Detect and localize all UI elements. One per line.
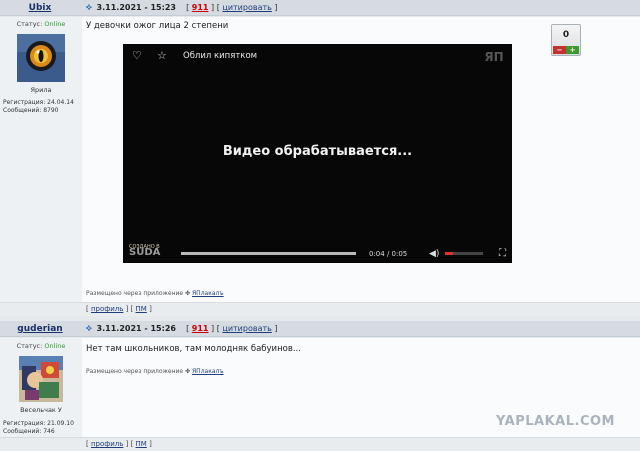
author-rank: Ярила — [30, 86, 52, 94]
fullscreen-icon[interactable]: ⛶ — [499, 248, 506, 259]
footer-links: [ профиль ] [ ПМ ] — [86, 305, 152, 313]
site-watermark: YAPLAKAL.COM — [496, 414, 615, 429]
seek-fill — [181, 252, 356, 255]
author-rank: Весельчак У — [20, 406, 62, 414]
vote-plus-button[interactable]: + — [566, 46, 579, 54]
author-sidebar: Статус: Online Ярила Регистрация: 24.04.… — [0, 17, 82, 302]
status-label: Статус: — [16, 20, 43, 28]
registration-date: Регистрация: 21.09.10 — [3, 420, 74, 427]
post-footer: [ профиль ] [ ПМ ] — [0, 302, 640, 316]
author-link[interactable]: guderian — [0, 324, 80, 334]
author-status: Статус: Online — [0, 20, 82, 28]
app-icon: ✤ — [185, 290, 191, 297]
quote-link[interactable]: цитировать — [222, 324, 271, 333]
posted-via-label: Размещено через приложение — [86, 368, 184, 375]
post-date: 3.11.2021 - 15:26 — [96, 324, 176, 333]
profile-link[interactable]: профиль — [91, 305, 123, 313]
post-header: Ubix ⯎ 3.11.2021 - 15:23 [ 911 ] [ цитир… — [0, 0, 640, 16]
star-icon[interactable]: ☆ — [157, 49, 167, 62]
registration-date: Регистрация: 24.04.14 — [3, 99, 74, 106]
post-header: guderian ⯎ 3.11.2021 - 15:26 [ 911 ] [ ц… — [0, 321, 640, 337]
author-reginfo: Регистрация: 24.04.14 Сообщений: 8790 — [3, 99, 74, 115]
quote-link[interactable]: цитировать — [222, 3, 271, 12]
app-link[interactable]: ЯПлакалъ — [192, 290, 224, 297]
posted-via-label: Размещено через приложение — [86, 290, 184, 297]
status-value: Online — [44, 20, 66, 28]
post-footer: [ профиль ] [ ПМ ] — [0, 437, 640, 451]
post-text: Нет там школьников, там молодняк бабуино… — [86, 344, 301, 354]
video-title: Облил кипятком — [183, 51, 258, 61]
post-number-link[interactable]: 911 — [192, 3, 209, 12]
avatar[interactable] — [19, 356, 63, 402]
video-controls: СОЗДАНО В SUDA 0:04 / 0:05 ◀) ⛶ — [123, 241, 512, 263]
author-sidebar: Статус: Online Весельчак У Регистрация: … — [0, 338, 82, 437]
video-player[interactable]: ♡ ☆ Облил кипятком ЯП Видео обрабатывает… — [123, 44, 512, 263]
heart-icon[interactable]: ♡ — [132, 49, 142, 62]
volume-icon[interactable]: ◀) — [429, 249, 439, 259]
video-time: 0:04 / 0:05 — [369, 250, 408, 258]
seek-bar[interactable] — [181, 252, 356, 255]
posted-via: Размещено через приложение ✤ ЯПлакалъ — [86, 368, 224, 375]
post-date: 3.11.2021 - 15:23 — [96, 3, 176, 12]
volume-fill — [445, 252, 453, 255]
pm-link[interactable]: ПМ — [136, 305, 147, 313]
post-meta: ⯎ 3.11.2021 - 15:26 [ 911 ] [ цитировать… — [86, 324, 278, 334]
posted-via: Размещено через приложение ✤ ЯПлакалъ — [86, 290, 224, 297]
post-link-icon[interactable]: ⯎ — [86, 324, 94, 334]
video-topbar: ♡ ☆ Облил кипятком — [123, 44, 512, 68]
app-icon: ✤ — [185, 368, 191, 375]
footer-links: [ профиль ] [ ПМ ] — [86, 440, 152, 448]
avatar[interactable] — [17, 34, 65, 82]
logo-icon: ЯП — [484, 50, 504, 64]
message-count: Сообщений: 746 — [3, 428, 55, 435]
author-reginfo: Регистрация: 21.09.10 Сообщений: 746 — [3, 420, 74, 436]
post-link-icon[interactable]: ⯎ — [86, 3, 94, 13]
message-count: Сообщений: 8790 — [3, 107, 59, 114]
brand-name: SUDA — [129, 247, 161, 258]
vote-minus-button[interactable]: − — [553, 46, 566, 54]
profile-link[interactable]: профиль — [91, 440, 123, 448]
status-label: Статус: — [16, 342, 43, 350]
author-link[interactable]: Ubix — [0, 3, 80, 13]
post-number-link[interactable]: 911 — [192, 324, 209, 333]
author-status: Статус: Online — [0, 342, 82, 350]
pm-link[interactable]: ПМ — [136, 440, 147, 448]
brand-badge: СОЗДАНО В SUDA — [129, 244, 177, 260]
rating-score: 0 — [562, 30, 570, 40]
video-status: Видео обрабатывается... — [222, 144, 413, 159]
rating-box: 0 − + — [551, 24, 581, 56]
status-value: Online — [44, 342, 66, 350]
volume-slider[interactable] — [445, 252, 483, 255]
post-text: У девочки ожог лица 2 степени — [86, 21, 229, 31]
post-meta: ⯎ 3.11.2021 - 15:23 [ 911 ] [ цитировать… — [86, 3, 278, 13]
app-link[interactable]: ЯПлакалъ — [192, 368, 224, 375]
